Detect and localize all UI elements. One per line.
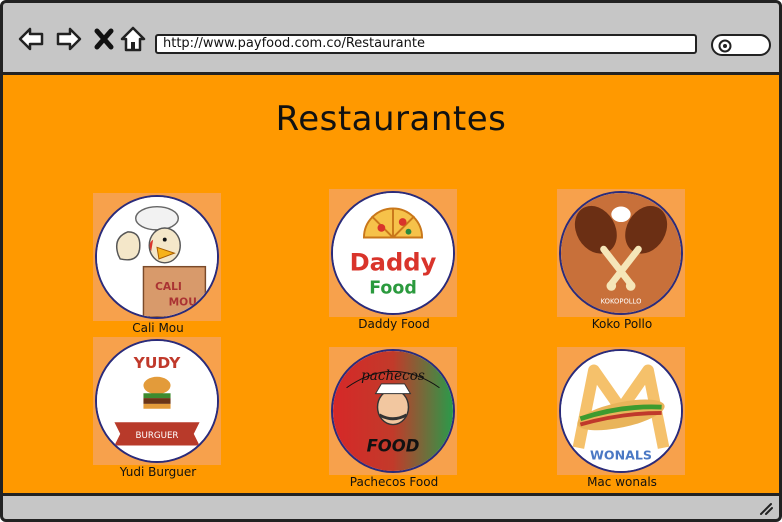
- svg-text:WONALS: WONALS: [590, 447, 652, 462]
- back-arrow-icon[interactable]: [17, 25, 45, 53]
- home-icon[interactable]: [119, 25, 147, 53]
- search-icon: [718, 39, 732, 53]
- restaurant-logo: WONALS: [557, 347, 685, 475]
- restaurant-name: Daddy Food: [358, 317, 430, 331]
- url-bar[interactable]: http://www.payfood.com.co/Restaurante: [155, 34, 697, 54]
- restaurant-name: Yudi Burguer: [119, 465, 197, 479]
- svg-text:MOU: MOU: [169, 295, 197, 308]
- restaurant-card-daddy-food[interactable]: Daddy Food Daddy Food: [329, 189, 459, 331]
- restaurant-logo: CALI MOU: [93, 193, 221, 321]
- search-box[interactable]: [711, 34, 771, 56]
- restaurant-card-mac-wonals[interactable]: WONALS Mac wonals: [557, 347, 687, 489]
- svg-text:YUDY: YUDY: [133, 354, 181, 372]
- svg-text:Daddy: Daddy: [350, 248, 437, 276]
- restaurant-card-yudi-burguer[interactable]: YUDY BURGUER Yudi Burguer: [93, 337, 223, 479]
- svg-text:pachecos: pachecos: [361, 368, 425, 384]
- restaurant-logo: KOKOPOLLO: [557, 189, 685, 317]
- forward-arrow-icon[interactable]: [55, 25, 83, 53]
- restaurant-card-koko-pollo[interactable]: KOKOPOLLO Koko Pollo: [557, 189, 687, 331]
- page-title: Restaurantes: [275, 99, 507, 139]
- restaurant-logo: YUDY BURGUER: [93, 337, 221, 465]
- restaurant-name: Mac wonals: [587, 475, 657, 489]
- svg-text:FOOD: FOOD: [367, 437, 420, 456]
- page-content: Restaurantes CALI MOU Cali Mou Daddy Foo…: [3, 72, 779, 496]
- restaurant-name: Pachecos Food: [349, 475, 439, 489]
- browser-toolbar: http://www.payfood.com.co/Restaurante: [3, 3, 779, 71]
- restaurant-logo: pachecos FOOD: [329, 347, 457, 475]
- svg-text:CALI: CALI: [155, 280, 182, 293]
- restaurant-logo: Daddy Food: [329, 189, 457, 317]
- svg-text:Food: Food: [369, 279, 417, 299]
- restaurant-card-cali-mou[interactable]: CALI MOU Cali Mou: [93, 193, 223, 335]
- restaurant-card-pachecos-food[interactable]: pachecos FOOD Pachecos Food: [329, 347, 459, 489]
- browser-statusbar: [3, 499, 779, 519]
- resize-grip-icon[interactable]: [757, 501, 773, 515]
- close-x-icon[interactable]: [91, 25, 119, 53]
- browser-window: http://www.payfood.com.co/Restaurante Re…: [0, 0, 782, 522]
- restaurant-name: Koko Pollo: [591, 317, 653, 331]
- svg-text:KOKOPOLLO: KOKOPOLLO: [601, 297, 642, 305]
- svg-text:BURGUER: BURGUER: [136, 431, 179, 441]
- restaurant-name: Cali Mou: [132, 321, 184, 335]
